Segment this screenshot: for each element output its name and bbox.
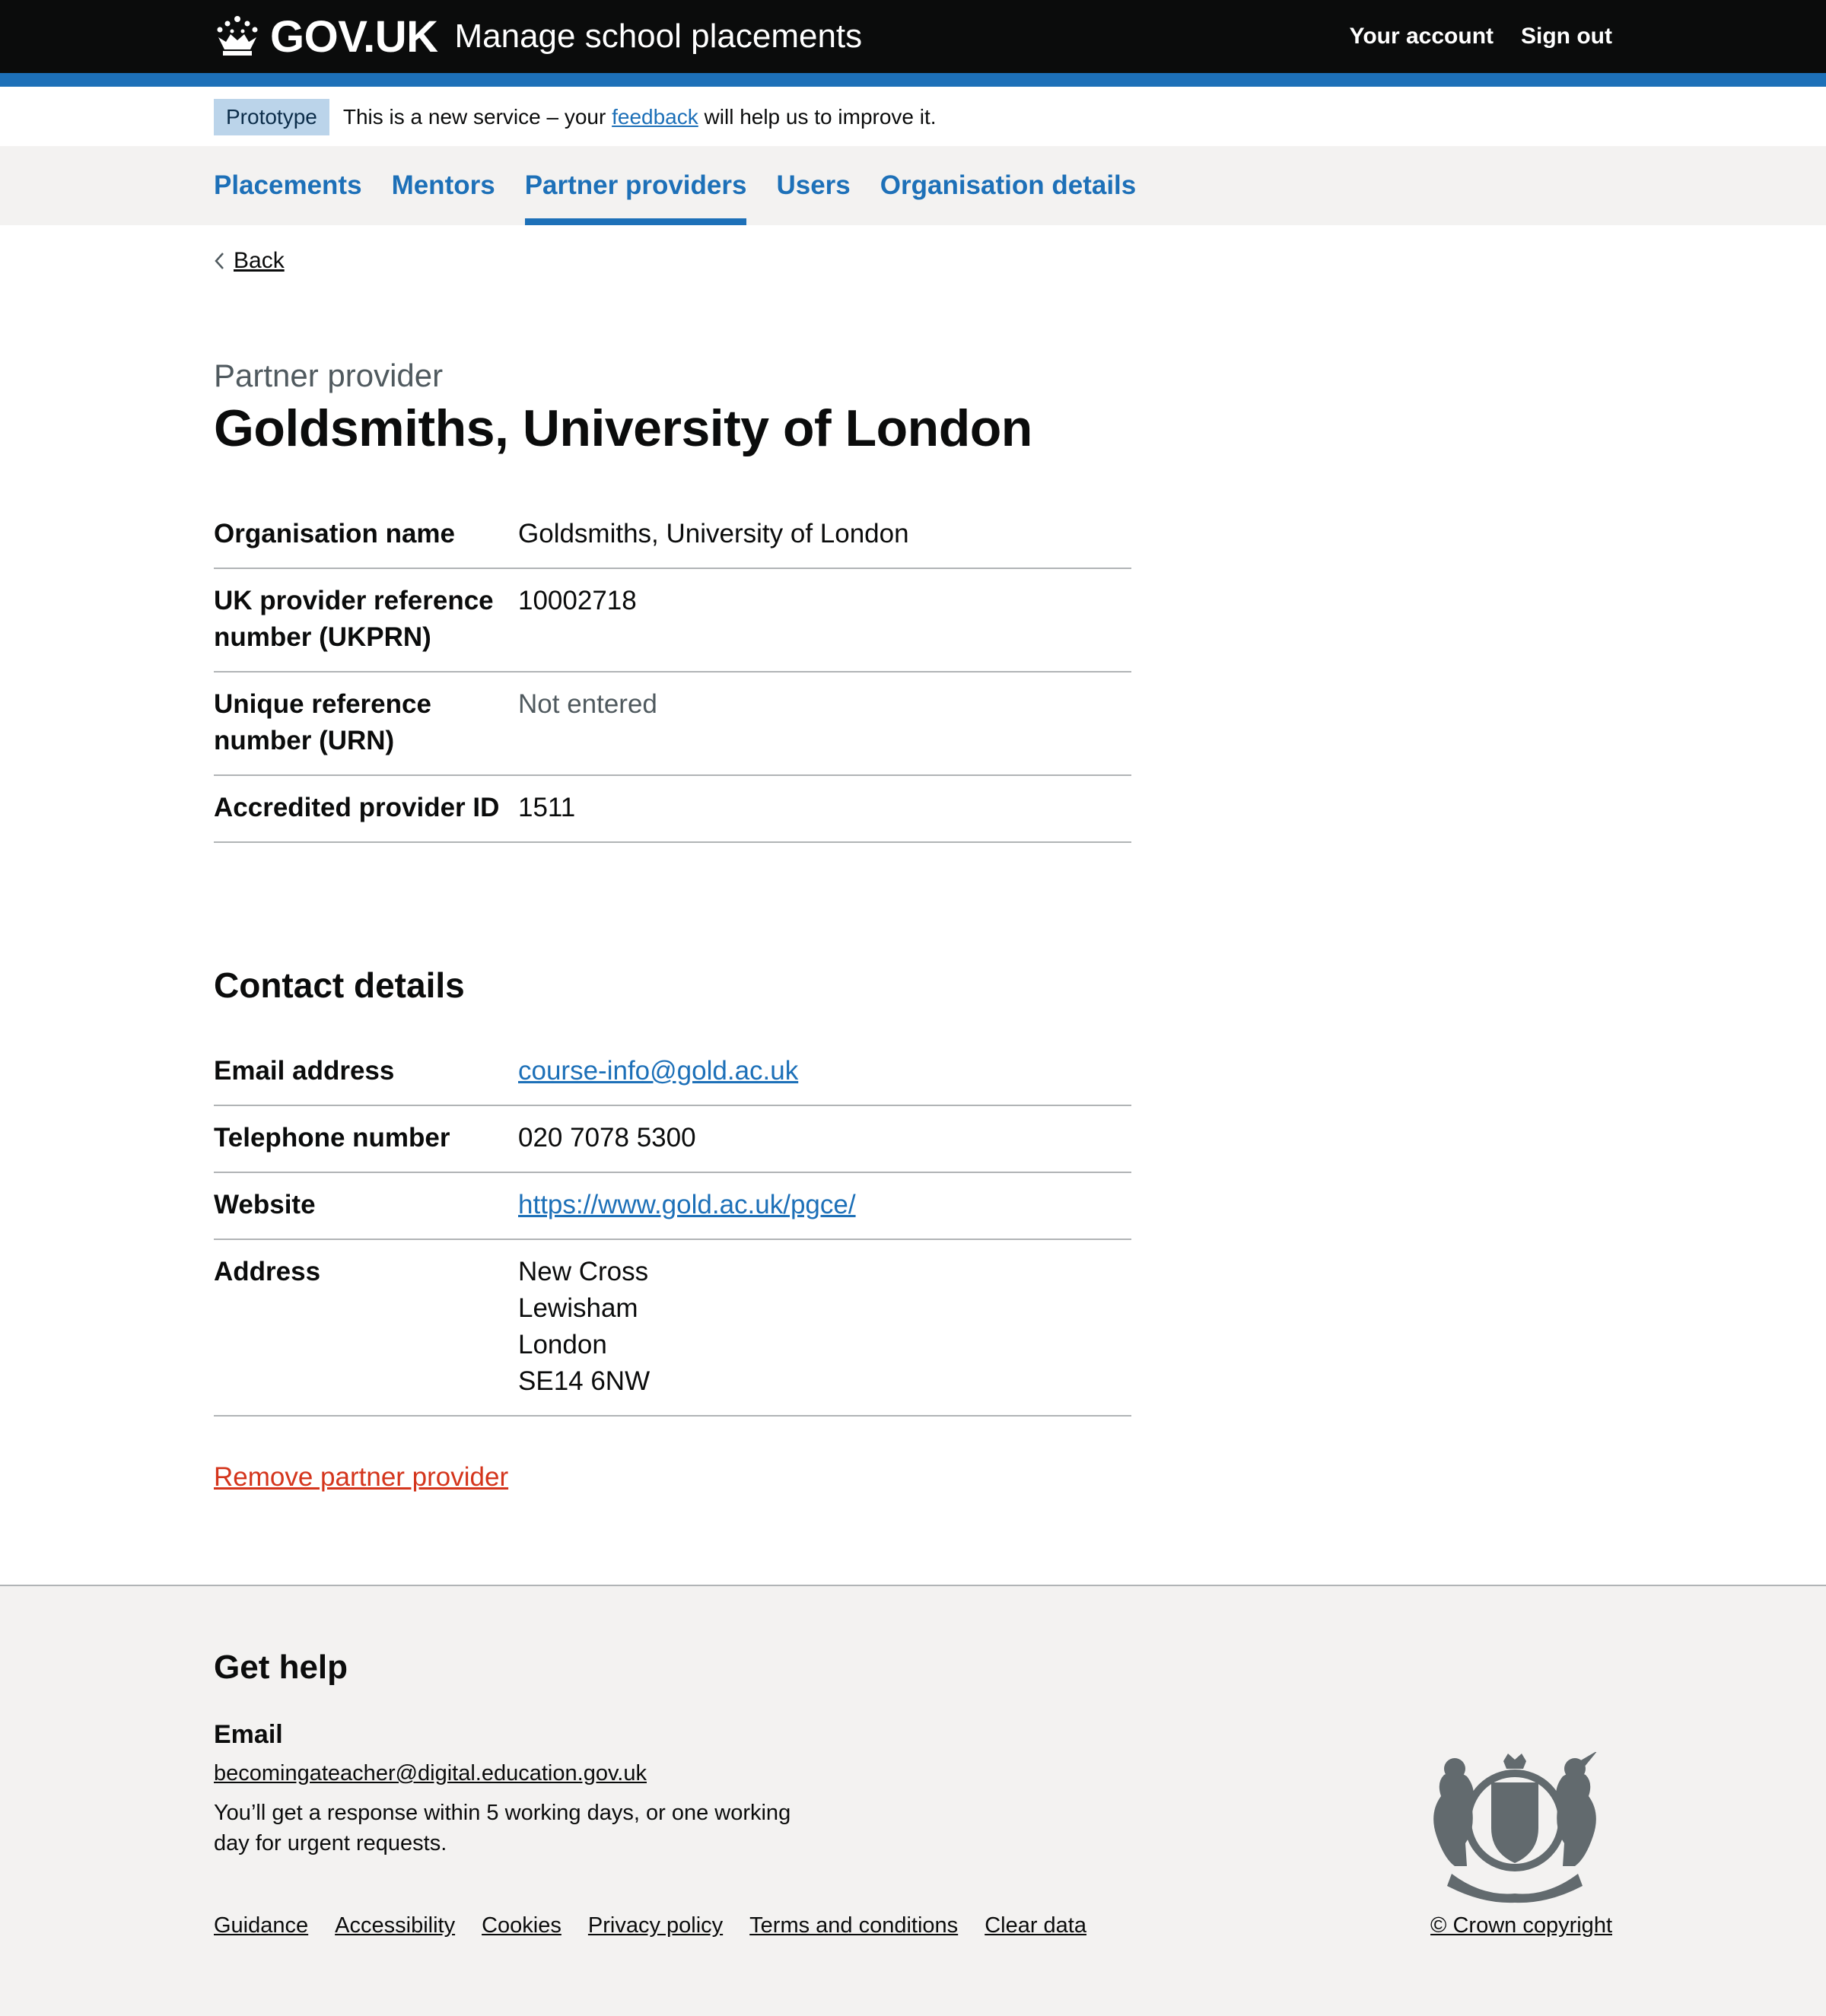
remove-partner-provider-link[interactable]: Remove partner provider <box>214 1462 508 1492</box>
summary-value: Goldsmiths, University of London <box>518 519 909 549</box>
crown-copyright-container: © Crown copyright <box>1430 1913 1612 1938</box>
nav-item-mentors[interactable]: Mentors <box>392 146 495 225</box>
prototype-tag: Prototype <box>214 99 329 135</box>
footer-links: Guidance Accessibility Cookies Privacy p… <box>214 1913 1086 1938</box>
summary-value-address: New Cross Lewisham London SE14 6NW <box>518 1254 1131 1400</box>
summary-value: 020 7078 5300 <box>518 1123 696 1153</box>
feedback-link[interactable]: feedback <box>612 105 698 129</box>
summary-key: Accredited provider ID <box>214 793 500 822</box>
crown-copyright-link[interactable]: © Crown copyright <box>1430 1913 1612 1938</box>
footer-email-heading: Email <box>214 1720 283 1749</box>
back-link-container: Back <box>214 248 285 274</box>
address-line: New Cross <box>518 1257 649 1286</box>
phase-text-before: This is a new service – your <box>342 105 606 129</box>
site-footer: Get help Email becomingateacher@digital.… <box>0 1585 1826 2016</box>
summary-row-address: Address New Cross Lewisham London SE14 6… <box>214 1240 1131 1417</box>
summary-value: 1511 <box>518 793 576 822</box>
remove-container: Remove partner provider <box>214 1462 508 1493</box>
summary-row-telephone: Telephone number 020 7078 5300 <box>214 1106 1131 1173</box>
back-link[interactable]: Back <box>234 248 285 274</box>
summary-key: Telephone number <box>214 1123 450 1153</box>
footer-get-help-heading: Get help <box>214 1649 348 1686</box>
summary-row-website: Website https://www.gold.ac.uk/pgce/ <box>214 1173 1131 1240</box>
address-line: London <box>518 1330 607 1359</box>
phase-text-after: will help us to improve it. <box>704 105 937 129</box>
nav-label: Placements <box>214 170 362 200</box>
summary-key: Website <box>214 1190 316 1219</box>
contact-summary-list: Email address course-info@gold.ac.uk Tel… <box>214 1039 1131 1417</box>
summary-value: https://www.gold.ac.uk/pgce/ <box>518 1187 1131 1223</box>
service-name[interactable]: Manage school placements <box>454 17 862 56</box>
nav-label: Partner providers <box>524 170 747 200</box>
summary-value: 10002718 <box>518 586 637 615</box>
footer-link-guidance[interactable]: Guidance <box>214 1913 308 1938</box>
royal-coat-of-arms-icon <box>1433 1752 1597 1903</box>
footer-link-cookies[interactable]: Cookies <box>482 1913 561 1938</box>
site-header: GOV.UK Manage school placements Your acc… <box>0 0 1826 73</box>
summary-row-organisation-name: Organisation name Goldsmiths, University… <box>214 502 1131 569</box>
nav-label: Users <box>776 170 851 200</box>
summary-row-urn: Unique reference number (URN) Not entere… <box>214 673 1131 776</box>
summary-value: Not entered <box>518 689 657 719</box>
summary-row-ukprn: UK provider reference number (UKPRN) 100… <box>214 569 1131 673</box>
sign-out-link[interactable]: Sign out <box>1521 24 1612 49</box>
nav-label: Mentors <box>391 170 495 200</box>
footer-link-terms-and-conditions[interactable]: Terms and conditions <box>749 1913 958 1938</box>
summary-value: course-info@gold.ac.uk <box>518 1053 1131 1089</box>
your-account-link[interactable]: Your account <box>1350 24 1494 49</box>
footer-link-clear-data[interactable]: Clear data <box>985 1913 1086 1938</box>
primary-navigation: Placements Mentors Partner providers Use… <box>0 146 1826 225</box>
nav-item-organisation-details[interactable]: Organisation details <box>880 146 1136 225</box>
nav-item-placements[interactable]: Placements <box>214 146 362 225</box>
summary-key: Email address <box>214 1056 395 1086</box>
govuk-logo-link[interactable]: GOV.UK <box>214 11 438 62</box>
nav-item-users[interactable]: Users <box>776 146 850 225</box>
summary-row-email: Email address course-info@gold.ac.uk <box>214 1039 1131 1106</box>
nav-label: Organisation details <box>880 170 1137 200</box>
summary-key: Unique reference number (URN) <box>214 689 431 755</box>
summary-row-accredited-provider-id: Accredited provider ID 1511 <box>214 776 1131 843</box>
page-title: Goldsmiths, University of London <box>214 399 1032 457</box>
phase-banner-text: This is a new service – your feedback wi… <box>343 105 937 129</box>
address-line: SE14 6NW <box>518 1366 651 1396</box>
chevron-left-icon <box>215 253 224 269</box>
crown-icon <box>217 16 258 56</box>
footer-response-note: You’ll get a response within 5 working d… <box>214 1801 791 1855</box>
provider-summary-list: Organisation name Goldsmiths, University… <box>214 502 1131 843</box>
address-line: Lewisham <box>518 1293 638 1323</box>
header-account-nav: Your account Sign out <box>1350 24 1612 49</box>
summary-key: Organisation name <box>214 519 456 549</box>
contact-details-heading: Contact details <box>214 965 465 1005</box>
footer-link-privacy-policy[interactable]: Privacy policy <box>588 1913 723 1938</box>
footer-email-container: becomingateacher@digital.education.gov.u… <box>214 1761 647 1786</box>
contact-email-link[interactable]: course-info@gold.ac.uk <box>518 1056 798 1086</box>
footer-link-accessibility[interactable]: Accessibility <box>335 1913 455 1938</box>
summary-key: UK provider reference number (UKPRN) <box>214 586 494 652</box>
footer-support-email-link[interactable]: becomingateacher@digital.education.gov.u… <box>214 1761 647 1785</box>
govuk-logo-text: GOV.UK <box>270 11 438 62</box>
nav-item-partner-providers[interactable]: Partner providers <box>524 146 747 225</box>
phase-banner: Prototype This is a new service – your f… <box>0 87 1826 146</box>
website-link[interactable]: https://www.gold.ac.uk/pgce/ <box>518 1190 856 1219</box>
summary-key: Address <box>214 1257 321 1286</box>
page-caption: Partner provider <box>214 358 444 393</box>
header-blue-bar <box>0 73 1826 87</box>
